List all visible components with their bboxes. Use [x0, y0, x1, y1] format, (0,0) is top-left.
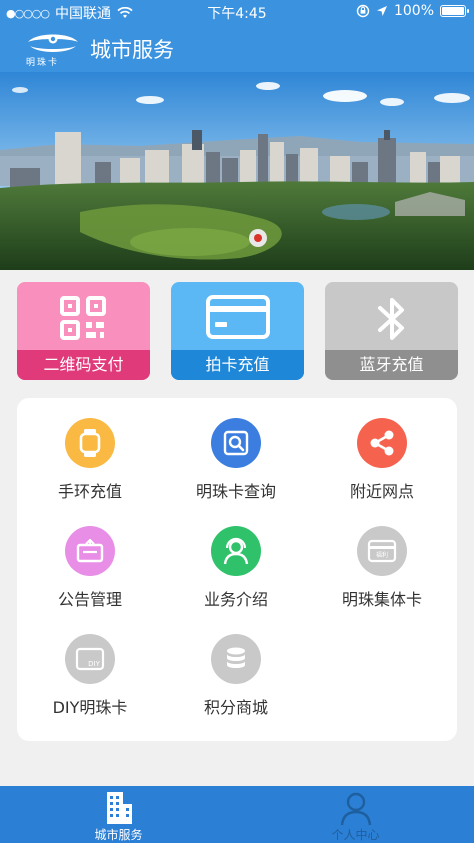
- location-arrow-icon: [376, 6, 387, 16]
- tab-city-services[interactable]: 城市服务: [0, 786, 237, 843]
- service-label: 业务介绍: [203, 590, 268, 609]
- tap-card-recharge-label: 拍卡充值: [171, 350, 304, 380]
- group-card-badge: 福利: [376, 551, 388, 559]
- diy-card-icon: DIY: [65, 634, 115, 684]
- tap-card-recharge-tile[interactable]: 拍卡充值: [171, 282, 304, 380]
- service-label: 明珠卡查询: [195, 482, 276, 501]
- services-panel: 手环充值 明珠卡查询 附近网点 公告管理 业务介绍 福利 明珠集体卡 DIY D…: [17, 398, 457, 741]
- service-business-intro[interactable]: 业务介绍: [163, 506, 309, 609]
- status-bar: ●○○○○ 中国联通 下午4:45 100%: [0, 0, 474, 24]
- service-group-card[interactable]: 福利 明珠集体卡: [309, 506, 455, 609]
- bluetooth-recharge-label: 蓝牙充值: [325, 350, 458, 380]
- card-icon: [205, 295, 270, 339]
- qr-pay-label: 二维码支付: [17, 350, 150, 380]
- city-banner-image[interactable]: [0, 72, 474, 270]
- bottom-tab-bar: 城市服务 个人中心: [0, 786, 474, 843]
- qr-code-icon: [59, 296, 106, 340]
- qr-pay-tile[interactable]: 二维码支付: [17, 282, 150, 380]
- tab-label: 个人中心: [331, 828, 380, 842]
- service-label: 公告管理: [57, 590, 122, 609]
- app-header: 明珠卡 城市服务: [0, 24, 474, 72]
- battery-fill: [442, 7, 464, 15]
- service-card-query[interactable]: 明珠卡查询: [163, 398, 309, 501]
- city-skyline-illustration: [0, 72, 474, 270]
- bluetooth-icon: [377, 298, 404, 340]
- bluetooth-recharge-tile[interactable]: 蓝牙充值: [325, 282, 458, 380]
- service-label: DIY明珠卡: [52, 698, 128, 717]
- person-icon: [340, 792, 371, 826]
- service-points-mall[interactable]: 积分商城: [163, 614, 309, 717]
- service-label: 明珠集体卡: [341, 590, 422, 609]
- share-nodes-icon: [357, 418, 407, 468]
- coins-icon: [211, 634, 261, 684]
- logo-text: 明珠卡: [26, 58, 60, 68]
- tab-label: 城市服务: [94, 828, 143, 842]
- service-nearby-outlets[interactable]: 附近网点: [309, 398, 455, 501]
- notice-board-icon: [65, 526, 115, 576]
- service-notice-management[interactable]: 公告管理: [17, 506, 163, 609]
- group-card-icon: 福利: [357, 526, 407, 576]
- card-search-icon: [211, 418, 261, 468]
- service-diy-card[interactable]: DIY DIY明珠卡: [17, 614, 163, 717]
- wristband-icon: [65, 418, 115, 468]
- service-label: 附近网点: [349, 482, 414, 501]
- rotation-lock-icon: [356, 4, 370, 18]
- diy-badge: DIY: [88, 660, 100, 668]
- service-label: 手环充值: [57, 482, 122, 501]
- building-icon: [106, 792, 132, 824]
- battery-percentage: 100%: [393, 3, 434, 19]
- tab-personal-center[interactable]: 个人中心: [237, 786, 474, 843]
- service-label: 积分商城: [203, 698, 268, 717]
- battery-icon: [440, 5, 469, 17]
- customer-service-icon: [211, 526, 261, 576]
- page-title: 城市服务: [90, 38, 174, 62]
- service-wristband-recharge[interactable]: 手环充值: [17, 398, 163, 501]
